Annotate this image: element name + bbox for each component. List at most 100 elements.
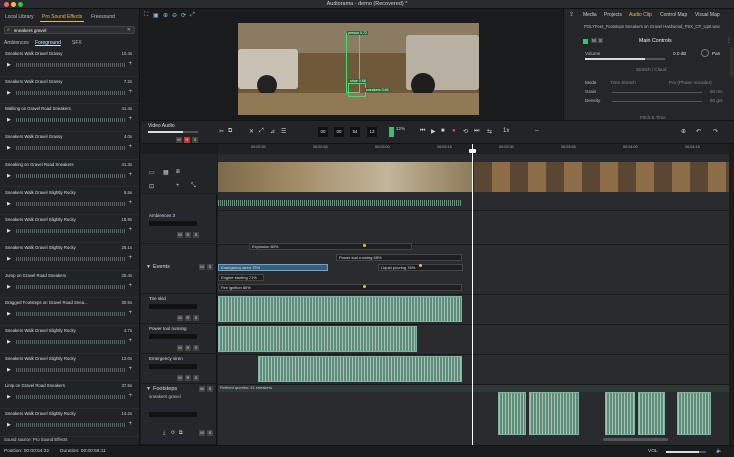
mute-button[interactable]: M bbox=[199, 264, 205, 270]
sound-result-item[interactable]: Sneakers Walk Gravel Slightly Rocky 25.1s… bbox=[0, 243, 139, 271]
sound-waveform[interactable] bbox=[16, 229, 126, 234]
mute-button[interactable]: M bbox=[199, 386, 205, 392]
play-preview-icon[interactable]: ▶ bbox=[7, 256, 11, 262]
tab-visual-map[interactable]: Visual Map bbox=[695, 12, 720, 18]
snap-icon[interactable]: ⇆ bbox=[487, 128, 492, 135]
add-to-timeline-icon[interactable]: + bbox=[128, 227, 132, 233]
play-preview-icon[interactable]: ▶ bbox=[7, 284, 11, 290]
event-clip[interactable]: Explosion 80% bbox=[249, 243, 412, 250]
camera-icon[interactable]: ⊡ bbox=[149, 183, 154, 190]
play-preview-icon[interactable]: ▶ bbox=[7, 62, 11, 68]
volume-slider[interactable] bbox=[585, 58, 665, 60]
video-audio-waveform[interactable] bbox=[218, 200, 462, 206]
video-track-icon[interactable]: ▭ bbox=[149, 169, 155, 176]
sound-waveform[interactable] bbox=[16, 367, 126, 372]
forward-icon[interactable]: ⏭ bbox=[474, 128, 479, 135]
time-hours[interactable]: 00 bbox=[318, 127, 328, 137]
mute-button[interactable]: M bbox=[199, 430, 205, 436]
video-audio-fader[interactable] bbox=[148, 131, 198, 133]
add-to-timeline-icon[interactable]: + bbox=[128, 366, 132, 372]
time-frames[interactable]: 13 bbox=[367, 127, 377, 137]
undo-icon[interactable]: ↶ bbox=[696, 128, 701, 135]
mixer-icon[interactable]: ☰ bbox=[281, 128, 286, 135]
stretch-cloud-header[interactable]: Stretch / Cloud bbox=[636, 67, 666, 72]
cut-icon[interactable]: ✕ bbox=[249, 128, 254, 135]
zoom-level[interactable]: 1x bbox=[503, 128, 509, 134]
sound-result-item[interactable]: Jump on Gravel Road Sneakers 26.4s ▶ + bbox=[0, 271, 139, 299]
event-marker[interactable] bbox=[419, 264, 422, 267]
mute-button[interactable]: M bbox=[177, 375, 183, 381]
event-clip[interactable]: Power tool running 65% bbox=[336, 254, 462, 261]
speaker-icon[interactable]: 🔈 bbox=[716, 448, 722, 454]
grain-slider[interactable] bbox=[612, 92, 702, 93]
time-seconds[interactable]: 54 bbox=[350, 127, 360, 137]
play-preview-icon[interactable]: ▶ bbox=[7, 394, 11, 400]
refresh-icon[interactable]: ⟳ bbox=[171, 430, 175, 436]
playhead[interactable] bbox=[469, 144, 476, 445]
prompt-text[interactable]: sneakers gravel bbox=[149, 394, 181, 399]
volume-value[interactable]: 0.0 dB bbox=[673, 51, 686, 56]
tab-freesound[interactable]: Freesound bbox=[89, 13, 117, 21]
play-preview-icon[interactable]: ▶ bbox=[7, 201, 11, 207]
sound-waveform[interactable] bbox=[16, 173, 126, 178]
mute-button[interactable]: M bbox=[177, 232, 183, 238]
add-to-timeline-icon[interactable]: + bbox=[128, 338, 132, 344]
sound-waveform[interactable] bbox=[16, 395, 126, 400]
sound-result-item[interactable]: Sneaking on Gravel Road Sneakers 41.3s ▶ + bbox=[0, 160, 139, 188]
play-preview-icon[interactable]: ▶ bbox=[7, 367, 11, 373]
track-name[interactable]: Power tool running bbox=[149, 326, 187, 331]
zoom-out-icon[interactable]: ⊖ bbox=[172, 12, 177, 19]
tab-control-map[interactable]: Control Map bbox=[660, 12, 687, 18]
track-header[interactable]: Power tool running M R S bbox=[141, 324, 217, 354]
event-clip[interactable]: Fire ignition 80% bbox=[218, 284, 462, 291]
more-icon[interactable]: ⋮ bbox=[726, 37, 732, 44]
sound-waveform[interactable] bbox=[16, 90, 126, 95]
collapse-icon[interactable]: ▼ bbox=[146, 264, 151, 270]
sound-waveform[interactable] bbox=[16, 201, 126, 206]
add-to-timeline-icon[interactable]: + bbox=[128, 116, 132, 122]
add-track-icon[interactable]: ⊕ bbox=[681, 128, 686, 135]
subtab-sfx[interactable]: SFX bbox=[72, 40, 82, 46]
density-slider[interactable] bbox=[612, 101, 702, 102]
stop-icon[interactable]: ■ bbox=[441, 128, 445, 134]
add-to-timeline-icon[interactable]: + bbox=[128, 421, 132, 427]
add-to-timeline-icon[interactable]: + bbox=[128, 144, 132, 150]
sound-waveform[interactable] bbox=[16, 146, 126, 151]
track-name[interactable]: Tire skid bbox=[149, 296, 166, 301]
track-name[interactable]: Footsteps bbox=[153, 386, 177, 392]
play-icon[interactable]: ▶ bbox=[431, 128, 436, 135]
sound-waveform[interactable] bbox=[16, 284, 126, 289]
audio-clip-siren[interactable] bbox=[258, 356, 462, 382]
crop-icon[interactable]: ▣ bbox=[153, 12, 159, 19]
sound-result-item[interactable]: Sneakers Walk Gravel Slightly Rocky 5.5s ▶… bbox=[0, 188, 139, 216]
record-button[interactable]: R bbox=[185, 345, 191, 351]
download-icon[interactable]: ⤓ bbox=[163, 430, 165, 436]
sound-result-item[interactable]: Dragged Footsteps on Gravel Road Snea...… bbox=[0, 298, 139, 326]
solo-button[interactable]: S bbox=[193, 375, 199, 381]
track-fader[interactable] bbox=[149, 304, 197, 309]
event-marker[interactable] bbox=[363, 285, 366, 288]
inspector-scrollbar[interactable] bbox=[730, 47, 733, 77]
solo-button[interactable]: S bbox=[598, 38, 604, 43]
footstep-clip[interactable] bbox=[529, 392, 579, 435]
play-preview-icon[interactable]: ▶ bbox=[7, 90, 11, 96]
playhead-handle[interactable] bbox=[469, 149, 476, 153]
collapse-icon[interactable]: ▼ bbox=[146, 386, 151, 392]
add-to-timeline-icon[interactable]: + bbox=[128, 61, 132, 67]
mute-button[interactable]: M bbox=[176, 137, 182, 143]
play-preview-icon[interactable]: ▶ bbox=[7, 311, 11, 317]
solo-button[interactable]: S bbox=[193, 315, 199, 321]
add-to-timeline-icon[interactable]: + bbox=[128, 89, 132, 95]
engine-select[interactable]: Pro (Phase Vocoder) bbox=[669, 80, 712, 85]
loop-icon[interactable]: ⟲ bbox=[463, 128, 468, 135]
track-fader[interactable] bbox=[149, 412, 197, 417]
fit-icon[interactable]: ⛶ bbox=[144, 12, 148, 19]
sound-result-item[interactable]: Sneakers Walk Gravel Slightly Rocky 18.9s… bbox=[0, 215, 139, 243]
subtab-ambiences[interactable]: Ambiences bbox=[4, 40, 29, 46]
group-header[interactable]: ▼ Footsteps sneakers gravel M S ⤓ ⟳ ⧉ M … bbox=[141, 384, 217, 445]
solo-button[interactable]: S bbox=[193, 232, 199, 238]
add-to-timeline-icon[interactable]: + bbox=[128, 255, 132, 261]
event-clip[interactable]: Engine starting 71% bbox=[218, 274, 264, 281]
record-icon[interactable]: ● bbox=[452, 128, 456, 134]
film-icon[interactable]: ⧈ bbox=[176, 169, 180, 176]
